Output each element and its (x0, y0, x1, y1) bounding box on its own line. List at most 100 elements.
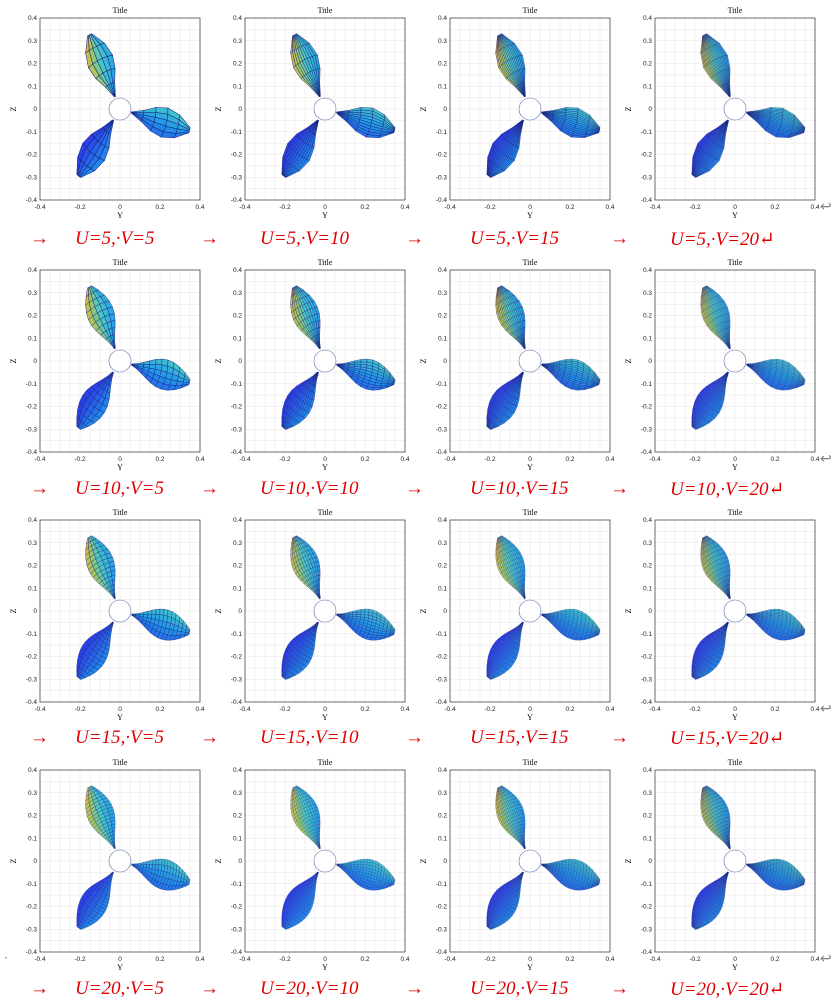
y-tick-label: -0.2 (436, 152, 448, 159)
y-tick-label: -0.4 (436, 699, 448, 706)
caption-arrow: → (30, 228, 49, 249)
x-axis-label: Y (322, 713, 328, 720)
y-tick-label: -0.4 (641, 949, 653, 956)
y-tick-label: -0.2 (641, 904, 653, 911)
plot-title: Title (728, 508, 743, 517)
x-axis-label: Y (322, 463, 328, 470)
y-tick-label: 0.2 (438, 61, 447, 68)
plot-title: Title (523, 6, 538, 15)
y-tick-label: -0.3 (436, 426, 448, 433)
x-axis-label: Y (322, 211, 328, 218)
hub (313, 349, 337, 373)
y-tick-label: -0.1 (26, 631, 38, 638)
y-tick-label: -0.4 (26, 449, 38, 456)
x-tick-label: 0 (733, 956, 737, 963)
y-tick-label: -0.4 (231, 949, 243, 956)
plot-u5-v10: Title -0.4 -0.2 0 0.2 0.4 0.4 0.3 0.2 0.1 0 -0.1 -0.… (214, 6, 410, 218)
caption-arrow: → (30, 978, 49, 999)
y-tick-label: -0.3 (436, 926, 448, 933)
y-tick-label: -0.4 (641, 449, 653, 456)
plot-u20-v5: Title -0.4 -0.2 0 0.2 0.4 0.4 0.3 0.2 0.1 0 -0.1 -0.… (9, 758, 205, 970)
x-tick-label: -0.4 (649, 456, 661, 463)
y-tick-label: 0.1 (233, 585, 242, 592)
x-tick-label: -0.4 (34, 956, 46, 963)
y-tick-label: 0.1 (28, 835, 37, 842)
hub (313, 97, 337, 121)
x-axis-label: Y (322, 963, 328, 970)
y-tick-label: 0.2 (28, 313, 37, 320)
plot-title: Title (318, 508, 333, 517)
y-tick-label: -0.1 (641, 129, 653, 136)
y-axis-label: Z (419, 106, 428, 111)
x-tick-label: -0.2 (689, 204, 701, 211)
y-tick-label: 0.3 (28, 290, 37, 297)
y-tick-label: 0.4 (233, 767, 242, 774)
caption-arrow: → (610, 478, 629, 499)
x-tick-label: 0.2 (770, 956, 779, 963)
caption-label: U=15,·V=5 (75, 727, 164, 748)
blade-surface (691, 285, 806, 430)
y-tick-label: -0.2 (231, 904, 243, 911)
y-tick-label: 0.3 (28, 540, 37, 547)
blade-surface (76, 785, 191, 930)
plot-u20-v20: Title -0.4 -0.2 0 0.2 0.4 0.4 0.3 0.2 0.1 0 -0.1 -0.… (624, 758, 820, 970)
x-tick-label: -0.4 (444, 956, 456, 963)
x-tick-label: -0.2 (689, 706, 701, 713)
y-axis-label: Z (9, 608, 18, 613)
x-tick-label: -0.4 (34, 706, 46, 713)
y-tick-label: -0.2 (641, 152, 653, 159)
y-tick-label: 0.2 (438, 313, 447, 320)
y-tick-label: -0.2 (641, 404, 653, 411)
caption-label: U=15,·V=10 (260, 727, 359, 748)
y-tick-label: 0 (443, 858, 447, 865)
y-tick-label: -0.3 (231, 174, 243, 181)
y-tick-label: -0.1 (231, 129, 243, 136)
x-tick-label: 0.2 (155, 456, 164, 463)
y-tick-label: 0.1 (643, 835, 652, 842)
blade-surface (486, 535, 601, 680)
x-tick-label: -0.4 (649, 956, 661, 963)
y-tick-label: 0.3 (233, 290, 242, 297)
caption-label: U=5,·V=15 (470, 228, 559, 249)
y-tick-label: -0.1 (231, 631, 243, 638)
y-tick-label: 0 (648, 608, 652, 615)
x-tick-label: 0.2 (360, 706, 369, 713)
y-tick-label: -0.4 (436, 449, 448, 456)
y-tick-label: 0 (443, 358, 447, 365)
y-tick-label: -0.1 (231, 381, 243, 388)
y-tick-label: -0.4 (231, 449, 243, 456)
y-tick-label: 0.3 (233, 540, 242, 547)
y-tick-label: -0.3 (231, 426, 243, 433)
y-tick-label: -0.3 (436, 174, 448, 181)
x-tick-label: 0.4 (605, 456, 614, 463)
x-tick-label: 0.4 (810, 956, 819, 963)
y-tick-label: -0.1 (641, 881, 653, 888)
caption-label: U=5,·V=20↵ (670, 229, 775, 250)
plot-title: Title (113, 508, 128, 517)
y-tick-label: -0.4 (231, 699, 243, 706)
y-tick-label: -0.4 (26, 197, 38, 204)
x-tick-label: 0 (118, 956, 122, 963)
x-tick-label: -0.2 (484, 456, 496, 463)
y-tick-label: 0.2 (643, 563, 652, 570)
x-axis-label: Y (527, 963, 533, 970)
caption-label: U=10,·V=5 (75, 478, 164, 499)
x-tick-label: 0 (528, 204, 532, 211)
y-tick-label: 0.1 (438, 335, 447, 342)
y-axis-label: Z (9, 358, 18, 363)
y-tick-label: 0 (238, 608, 242, 615)
y-tick-label: 0.4 (28, 767, 37, 774)
y-tick-label: 0.4 (438, 15, 447, 22)
y-tick-label: 0.1 (643, 585, 652, 592)
x-axis-label: Y (117, 963, 123, 970)
x-tick-label: -0.2 (484, 956, 496, 963)
plot-title: Title (728, 258, 743, 267)
plot-title: Title (318, 758, 333, 767)
x-tick-label: 0 (733, 706, 737, 713)
y-tick-label: -0.3 (641, 426, 653, 433)
blade-surface (281, 33, 396, 178)
x-tick-label: 0 (323, 956, 327, 963)
y-tick-label: 0.4 (438, 767, 447, 774)
y-tick-label: 0 (33, 106, 37, 113)
caption-arrow: → (405, 478, 424, 499)
